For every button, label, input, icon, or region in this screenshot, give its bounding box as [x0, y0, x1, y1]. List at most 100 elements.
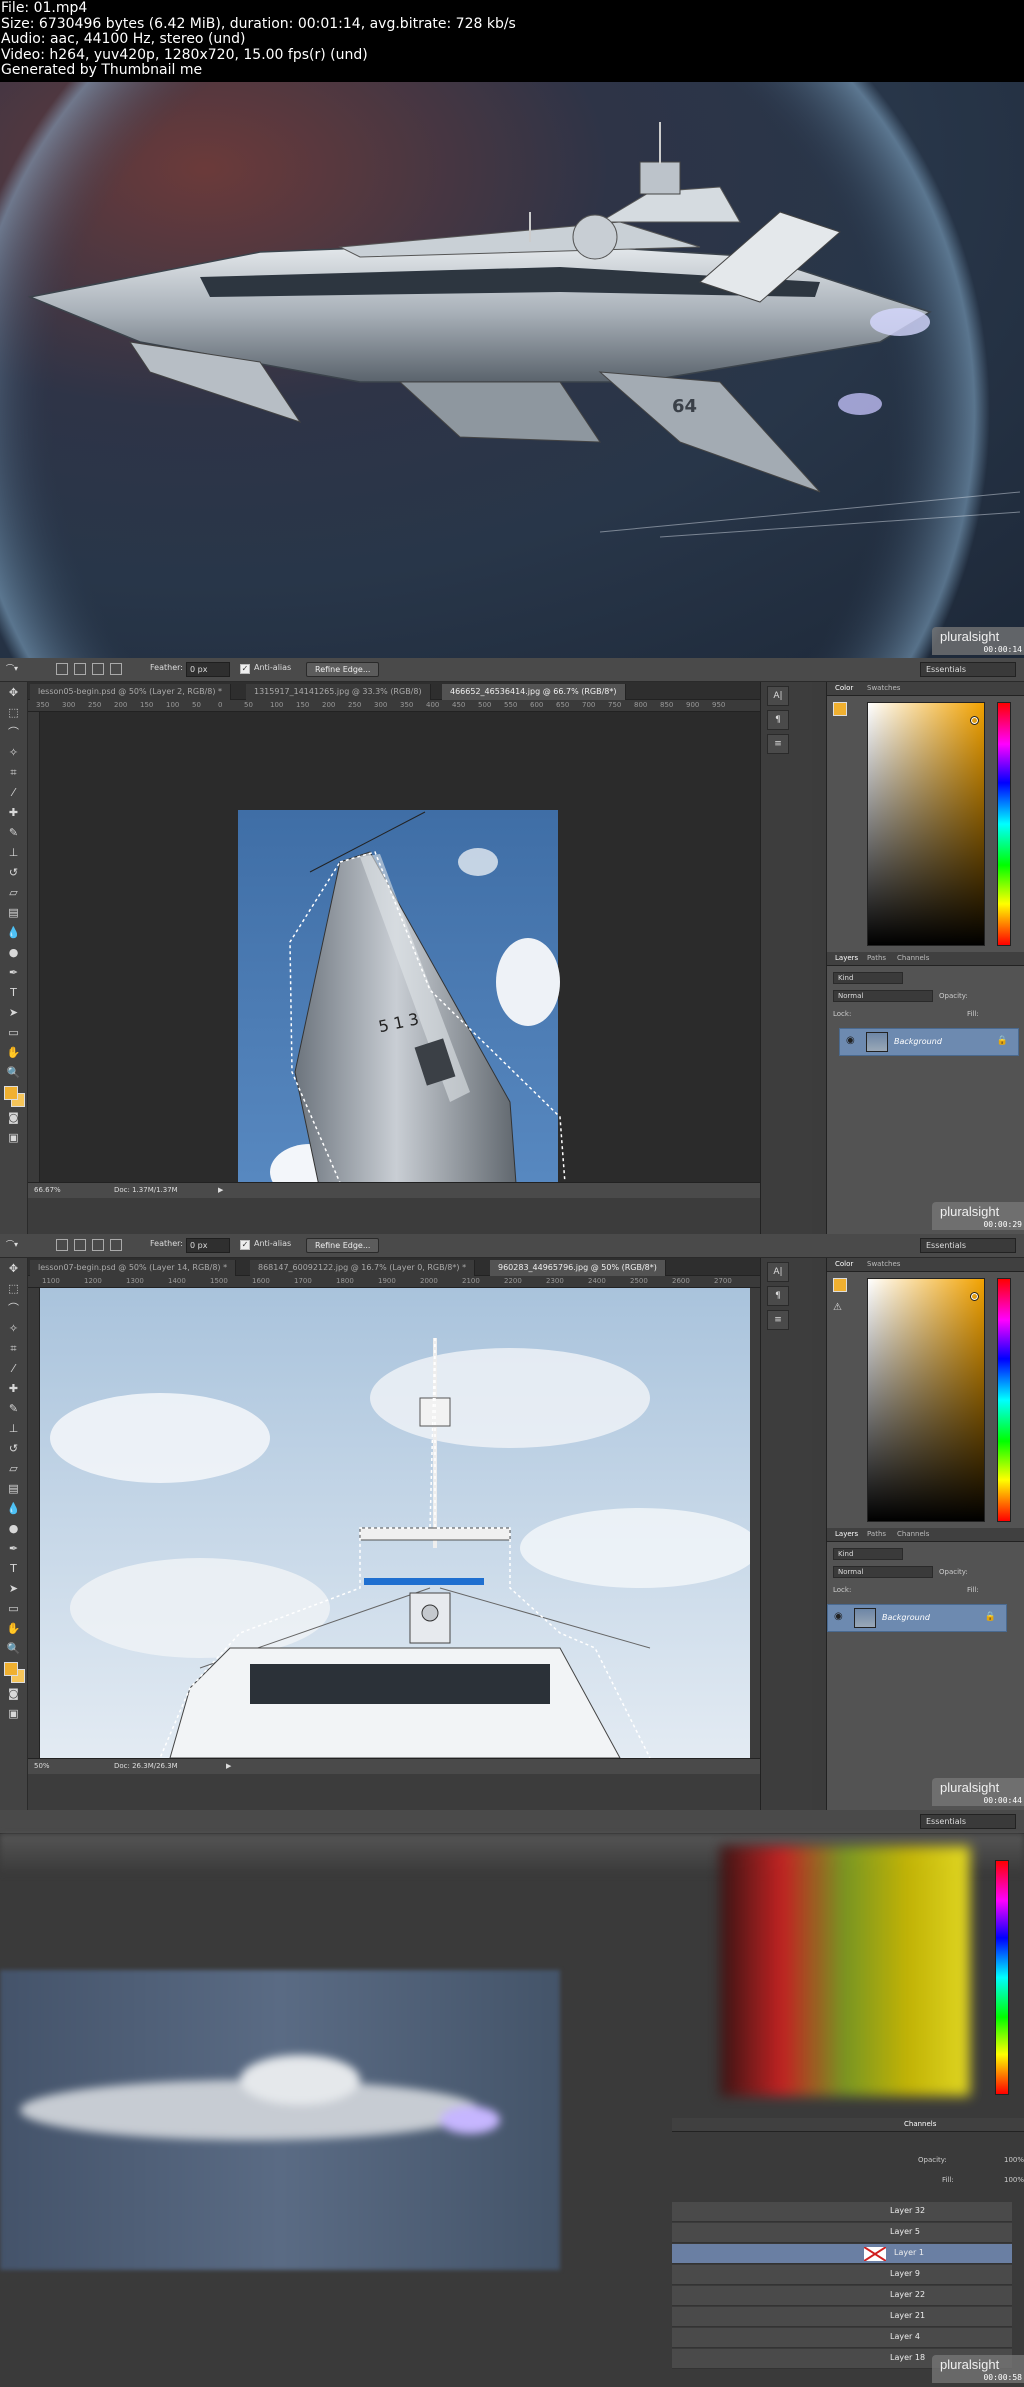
layer-row[interactable]: Layer 5	[672, 2223, 1012, 2243]
layer-row-selected[interactable]: Layer 1	[672, 2244, 1012, 2264]
tab-channels[interactable]: Channels	[897, 1530, 929, 1538]
history-brush-icon[interactable]: ↺	[4, 1440, 24, 1458]
status-arrow-icon[interactable]: ▶	[226, 1762, 231, 1770]
pen-tool-icon[interactable]: ✒	[4, 1540, 24, 1558]
adjustments-panel-icon[interactable]: ≡	[767, 734, 789, 754]
zoom-tool-icon[interactable]: 🔍	[4, 1640, 24, 1658]
document-canvas[interactable]: 5 1 3	[40, 712, 760, 1182]
history-brush-icon[interactable]: ↺	[4, 864, 24, 882]
path-selection-icon[interactable]: ➤	[4, 1580, 24, 1598]
fill-value[interactable]: 100%	[1004, 2176, 1024, 2190]
hue-slider[interactable]	[995, 1860, 1009, 2095]
tab-swatches[interactable]: Swatches	[867, 684, 900, 692]
layer-row-background[interactable]: ◉ Background 🔒	[839, 1028, 1019, 1056]
shape-tool-icon[interactable]: ▭	[4, 1600, 24, 1618]
tab-lesson07[interactable]: lesson07-begin.psd @ 50% (Layer 14, RGB/…	[30, 1260, 237, 1276]
hue-slider[interactable]	[997, 702, 1011, 946]
layer-kind-filter[interactable]: Kind	[833, 1548, 903, 1560]
tab-channels[interactable]: Channels	[897, 954, 929, 962]
eraser-tool-icon[interactable]: ▱	[4, 1460, 24, 1478]
brush-tool-icon[interactable]: ✎	[4, 1400, 24, 1418]
eyedropper-icon[interactable]: ⁄	[4, 1360, 24, 1378]
layer-row[interactable]: Layer 4	[672, 2328, 1012, 2348]
color-picker-field[interactable]	[867, 1278, 985, 1522]
quick-mask-icon[interactable]: ◙	[4, 1685, 24, 1703]
new-selection-icon[interactable]	[56, 663, 68, 675]
shape-tool-icon[interactable]: ▭	[4, 1024, 24, 1042]
blur-tool-icon[interactable]: 💧	[4, 1500, 24, 1518]
lasso-tool-icon[interactable]: ⌒	[4, 724, 24, 742]
eraser-tool-icon[interactable]: ▱	[4, 884, 24, 902]
screen-mode-icon[interactable]: ▣	[4, 1705, 24, 1723]
adjustments-panel-icon[interactable]: ≡	[767, 1310, 789, 1330]
layer-visibility-eye-icon[interactable]: ◉	[834, 1611, 843, 1622]
tab-868147[interactable]: 868147_60092122.jpg @ 16.7% (Layer 0, RG…	[250, 1260, 476, 1276]
tab-lesson05[interactable]: lesson05-begin.psd @ 50% (Layer 2, RGB/8…	[30, 684, 231, 700]
type-tool-icon[interactable]: T	[4, 1560, 24, 1578]
tab-swatches[interactable]: Swatches	[867, 1260, 900, 1268]
healing-brush-icon[interactable]: ✚	[4, 1380, 24, 1398]
marquee-tool-icon[interactable]: ⬚	[4, 704, 24, 722]
opacity-value[interactable]: 100%	[1004, 2156, 1024, 2170]
tab-paths[interactable]: Paths	[867, 954, 886, 962]
character-panel-icon[interactable]: A|	[767, 686, 789, 706]
hue-slider[interactable]	[997, 1278, 1011, 1522]
subtract-selection-icon[interactable]	[92, 663, 104, 675]
healing-brush-icon[interactable]: ✚	[4, 804, 24, 822]
layer-row[interactable]: Layer 32	[672, 2202, 1012, 2222]
feather-input[interactable]: 0 px	[186, 1238, 230, 1253]
tab-466652[interactable]: 466652_46536414.jpg @ 66.7% (RGB/8*)	[442, 684, 626, 700]
zoom-level[interactable]: 66.67%	[34, 1186, 61, 1194]
layer-row[interactable]: Layer 9	[672, 2265, 1012, 2285]
gradient-tool-icon[interactable]: ▤	[4, 904, 24, 922]
tab-960283[interactable]: 960283_44965796.jpg @ 50% (RGB/8*)	[490, 1260, 666, 1276]
tab-color[interactable]: Color	[835, 1260, 853, 1268]
magic-wand-icon[interactable]: ✧	[4, 744, 24, 762]
foreground-color-swatch[interactable]	[4, 1086, 18, 1100]
layer-row[interactable]: Layer 22	[672, 2286, 1012, 2306]
layer-kind-filter[interactable]: Kind	[833, 972, 903, 984]
dodge-tool-icon[interactable]: ●	[4, 1520, 24, 1538]
hand-tool-icon[interactable]: ✋	[4, 1620, 24, 1638]
blur-tool-icon[interactable]: 💧	[4, 924, 24, 942]
add-selection-icon[interactable]	[74, 663, 86, 675]
quick-mask-icon[interactable]: ◙	[4, 1109, 24, 1127]
crop-tool-icon[interactable]: ⌗	[4, 1340, 24, 1358]
path-selection-icon[interactable]: ➤	[4, 1004, 24, 1022]
blend-mode-select[interactable]: Normal	[833, 1566, 933, 1578]
subtract-selection-icon[interactable]	[92, 1239, 104, 1251]
intersect-selection-icon[interactable]	[110, 1239, 122, 1251]
magic-wand-icon[interactable]: ✧	[4, 1320, 24, 1338]
pen-tool-icon[interactable]: ✒	[4, 964, 24, 982]
tab-channels[interactable]: Channels	[904, 2120, 936, 2128]
color-panel-fg-swatch[interactable]	[833, 1278, 847, 1292]
lasso-tool-icon[interactable]: ⌒▾	[6, 663, 18, 674]
paragraph-panel-icon[interactable]: ¶	[767, 710, 789, 730]
foreground-color-swatch[interactable]	[4, 1662, 18, 1676]
refine-edge-button[interactable]: Refine Edge...	[306, 1238, 380, 1253]
workspace-select[interactable]: Essentials	[920, 1814, 1016, 1829]
character-panel-icon[interactable]: A|	[767, 1262, 789, 1282]
tab-color[interactable]: Color	[835, 684, 853, 692]
type-tool-icon[interactable]: T	[4, 984, 24, 1002]
lasso-tool-icon[interactable]: ⌒	[4, 1300, 24, 1318]
layer-row[interactable]: Layer 21	[672, 2307, 1012, 2327]
hand-tool-icon[interactable]: ✋	[4, 1044, 24, 1062]
tab-layers[interactable]: Layers	[835, 954, 858, 962]
zoom-level[interactable]: 50%	[34, 1762, 50, 1770]
intersect-selection-icon[interactable]	[110, 663, 122, 675]
layer-visibility-eye-icon[interactable]: ◉	[846, 1035, 855, 1046]
color-panel-fg-swatch[interactable]	[833, 702, 847, 716]
tab-layers[interactable]: Layers	[835, 1530, 858, 1538]
add-selection-icon[interactable]	[74, 1239, 86, 1251]
gradient-tool-icon[interactable]: ▤	[4, 1480, 24, 1498]
dodge-tool-icon[interactable]: ●	[4, 944, 24, 962]
clone-stamp-icon[interactable]: ⊥	[4, 844, 24, 862]
gamut-warning-icon[interactable]: ⚠	[833, 1302, 842, 1313]
eyedropper-icon[interactable]: ⁄	[4, 784, 24, 802]
status-arrow-icon[interactable]: ▶	[218, 1186, 223, 1194]
brush-tool-icon[interactable]: ✎	[4, 824, 24, 842]
crop-tool-icon[interactable]: ⌗	[4, 764, 24, 782]
feather-input[interactable]: 0 px	[186, 662, 230, 677]
document-canvas[interactable]	[40, 1288, 750, 1758]
